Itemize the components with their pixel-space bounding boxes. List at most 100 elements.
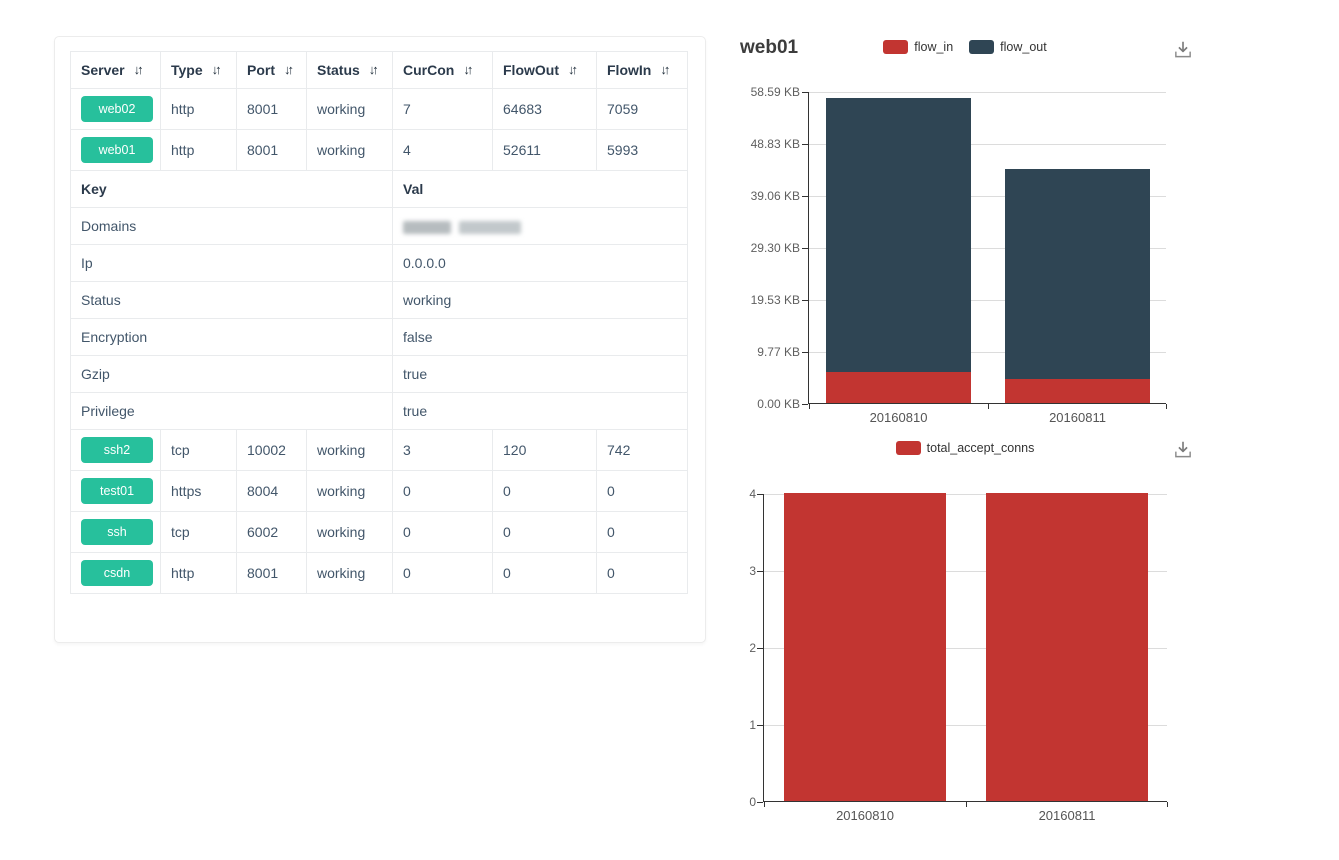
col-header-status[interactable]: Status ↓↑ xyxy=(307,52,393,89)
kv-key: Domains xyxy=(71,208,393,245)
legend-label: flow_in xyxy=(914,40,953,54)
x-axis-label: 20160810 xyxy=(809,410,988,425)
sort-icon: ↓↑ xyxy=(369,62,376,77)
server-badge[interactable]: ssh2 xyxy=(81,437,153,463)
kv-key-header: Key xyxy=(71,171,393,208)
cell-flowin: 0 xyxy=(597,553,688,594)
legend-item-total_accept_conns[interactable]: total_accept_conns xyxy=(896,441,1035,455)
cell-flowout: 64683 xyxy=(493,89,597,130)
download-icon[interactable] xyxy=(1172,439,1194,461)
sort-icon: ↓↑ xyxy=(284,62,291,77)
x-axis-tick xyxy=(809,404,810,409)
bar-total_accept_conns-20160810 xyxy=(784,493,946,801)
y-axis-labels: 43210 xyxy=(706,494,756,802)
kv-row: Ip 0.0.0.0 xyxy=(71,245,688,282)
y-axis-label: 2 xyxy=(749,641,756,655)
cell-server: ssh xyxy=(71,512,161,553)
kv-row: Privilege true xyxy=(71,393,688,430)
gridline xyxy=(809,92,1166,93)
y-axis-tick xyxy=(802,404,808,405)
y-axis-label: 0.00 KB xyxy=(757,397,800,411)
col-header-flowin[interactable]: FlowIn↓↑ xyxy=(597,52,688,89)
table-row: test01 https 8004 working 0 0 0 xyxy=(71,471,688,512)
chart-legend: flow_in flow_out xyxy=(763,39,1167,55)
sort-icon: ↓↑ xyxy=(568,62,575,77)
y-axis-tick xyxy=(802,144,808,145)
legend-marker xyxy=(883,40,908,54)
y-axis-tick xyxy=(802,196,808,197)
download-icon[interactable] xyxy=(1172,39,1194,61)
server-badge[interactable]: web01 xyxy=(81,137,153,163)
server-badge[interactable]: test01 xyxy=(81,478,153,504)
y-axis-label: 39.06 KB xyxy=(751,189,800,203)
column-label: Status xyxy=(317,62,360,78)
x-axis-label: 20160811 xyxy=(966,808,1168,823)
x-axis-tick xyxy=(764,802,765,807)
kv-val: false xyxy=(393,319,688,356)
redacted-text-blob xyxy=(459,221,521,234)
kv-key: Gzip xyxy=(71,356,393,393)
cell-port: 8004 xyxy=(237,471,307,512)
server-badge[interactable]: csdn xyxy=(81,560,153,586)
cell-type: https xyxy=(161,471,237,512)
y-axis-tick xyxy=(757,802,763,803)
cell-port: 6002 xyxy=(237,512,307,553)
cell-status: working xyxy=(307,89,393,130)
cell-port: 10002 xyxy=(237,430,307,471)
col-header-server[interactable]: Server↓↑ xyxy=(71,52,161,89)
kv-key: Status xyxy=(71,282,393,319)
cell-flowin: 0 xyxy=(597,471,688,512)
kv-row: Gzip true xyxy=(71,356,688,393)
col-header-curcon[interactable]: CurCon↓↑ xyxy=(393,52,493,89)
legend-item-flow_in[interactable]: flow_in xyxy=(883,40,953,54)
y-axis-label: 3 xyxy=(749,564,756,578)
bar-flow_in-20160811 xyxy=(1005,379,1150,403)
cell-curcon: 7 xyxy=(393,89,493,130)
cell-status: working xyxy=(307,130,393,171)
y-axis-label: 48.83 KB xyxy=(751,137,800,151)
kv-val: true xyxy=(393,356,688,393)
y-axis-tick xyxy=(802,92,808,93)
cell-curcon: 3 xyxy=(393,430,493,471)
table-row: web01 http 8001 working 4 52611 5993 xyxy=(71,130,688,171)
y-axis-tick xyxy=(802,300,808,301)
table-row: ssh tcp 6002 working 0 0 0 xyxy=(71,512,688,553)
column-label: CurCon xyxy=(403,62,454,78)
y-axis-labels: 58.59 KB48.83 KB39.06 KB29.30 KB19.53 KB… xyxy=(716,92,800,404)
cell-server: web02 xyxy=(71,89,161,130)
cell-flowout: 52611 xyxy=(493,130,597,171)
bar-total_accept_conns-20160811 xyxy=(986,493,1148,801)
y-axis-label: 9.77 KB xyxy=(757,345,800,359)
redacted-text-blob xyxy=(403,221,451,234)
cell-curcon: 0 xyxy=(393,512,493,553)
kv-row: Status working xyxy=(71,282,688,319)
legend-marker xyxy=(896,441,921,455)
server-badge[interactable]: ssh xyxy=(81,519,153,545)
y-axis-label: 0 xyxy=(749,795,756,809)
column-label: FlowOut xyxy=(503,62,559,78)
cell-flowout: 0 xyxy=(493,471,597,512)
kv-row: Domains xyxy=(71,208,688,245)
cell-status: working xyxy=(307,553,393,594)
kv-header-row: Key Val xyxy=(71,171,688,208)
cell-status: working xyxy=(307,471,393,512)
cell-port: 8001 xyxy=(237,89,307,130)
col-header-port[interactable]: Port↓↑ xyxy=(237,52,307,89)
col-header-flowout[interactable]: FlowOut ↓↑ xyxy=(493,52,597,89)
server-badge[interactable]: web02 xyxy=(81,96,153,122)
kv-val-header: Val xyxy=(393,171,688,208)
column-label: Server xyxy=(81,62,125,78)
legend-marker xyxy=(969,40,994,54)
legend-label: total_accept_conns xyxy=(927,441,1035,455)
cell-flowout: 120 xyxy=(493,430,597,471)
legend-label: flow_out xyxy=(1000,40,1047,54)
bar-flow_in-20160810 xyxy=(826,372,971,403)
kv-row: Encryption false xyxy=(71,319,688,356)
cell-server: test01 xyxy=(71,471,161,512)
cell-flowin: 0 xyxy=(597,512,688,553)
plot-area: 2016081020160811 xyxy=(808,92,1166,404)
cell-port: 8001 xyxy=(237,130,307,171)
legend-item-flow_out[interactable]: flow_out xyxy=(969,40,1047,54)
table-row: web02 http 8001 working 7 64683 7059 xyxy=(71,89,688,130)
col-header-type[interactable]: Type↓↑ xyxy=(161,52,237,89)
